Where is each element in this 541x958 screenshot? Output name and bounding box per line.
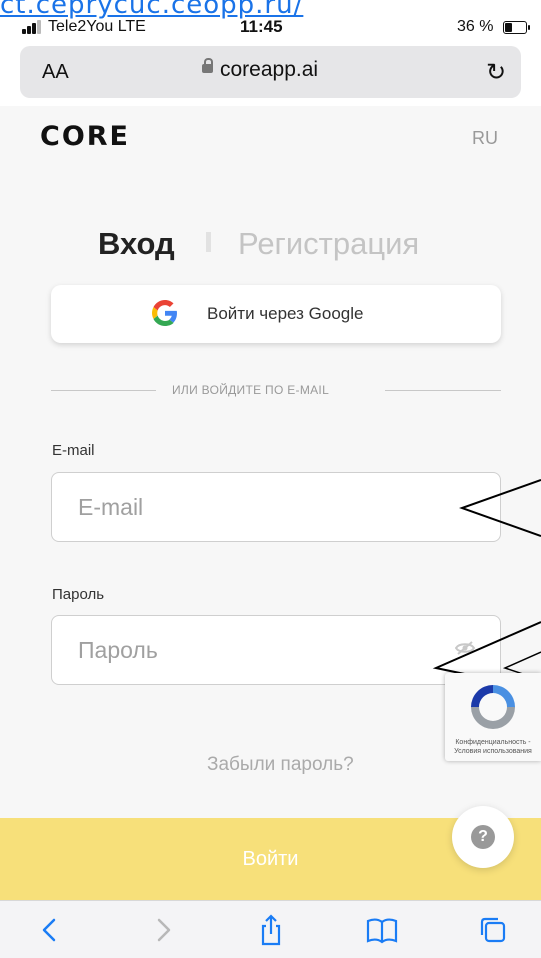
reload-icon[interactable]: ↻ xyxy=(486,58,506,87)
eye-off-icon[interactable] xyxy=(454,641,476,655)
tab-divider xyxy=(206,232,211,252)
battery-percent: 36 % xyxy=(457,18,494,35)
back-icon[interactable] xyxy=(34,913,68,947)
recaptcha-text: Конфиденциальность - Условия использован… xyxy=(454,739,532,755)
password-label: Пароль xyxy=(52,586,105,603)
status-time: 11:45 xyxy=(240,17,283,36)
signal-icon xyxy=(22,20,44,34)
divider-text: ИЛИ ВОЙДИТЕ ПО E-MAIL xyxy=(172,383,330,397)
carrier-label: Tele2You LTE xyxy=(48,18,146,35)
forgot-password-link[interactable]: Забыли пароль? xyxy=(207,754,354,776)
google-login-button[interactable]: Войти через Google xyxy=(51,285,501,343)
google-button-label: Войти через Google xyxy=(207,304,364,323)
text-size-button[interactable]: AA xyxy=(42,61,69,84)
help-icon: ? xyxy=(471,825,495,849)
help-button[interactable]: ? xyxy=(452,806,514,868)
battery-fill xyxy=(505,23,513,32)
bookmarks-icon[interactable] xyxy=(365,913,399,947)
share-icon[interactable] xyxy=(254,913,288,947)
battery-icon xyxy=(503,21,530,34)
tabs-icon[interactable] xyxy=(476,913,510,947)
divider-line-right xyxy=(385,390,501,391)
email-label: E-mail xyxy=(52,442,95,459)
url-text[interactable]: coreapp.ai xyxy=(220,58,318,82)
recaptcha-badge[interactable]: Конфиденциальность - Условия использован… xyxy=(445,673,541,761)
forward-icon[interactable] xyxy=(145,913,179,947)
browser-toolbar xyxy=(0,900,541,958)
google-icon xyxy=(152,300,178,333)
recaptcha-icon xyxy=(467,681,519,733)
password-field[interactable] xyxy=(51,615,501,685)
language-switch[interactable]: RU xyxy=(472,128,498,149)
core-logo[interactable]: CORE xyxy=(40,121,130,152)
email-field[interactable] xyxy=(51,472,501,542)
tab-login[interactable]: Вход xyxy=(98,226,175,262)
lock-icon xyxy=(202,58,213,73)
address-bar[interactable]: AA coreapp.ai ↻ xyxy=(20,46,521,98)
status-bar: Tele2You LTE 11:45 36 % xyxy=(0,12,541,42)
tab-register[interactable]: Регистрация xyxy=(238,226,419,262)
divider-line-left xyxy=(51,390,156,391)
